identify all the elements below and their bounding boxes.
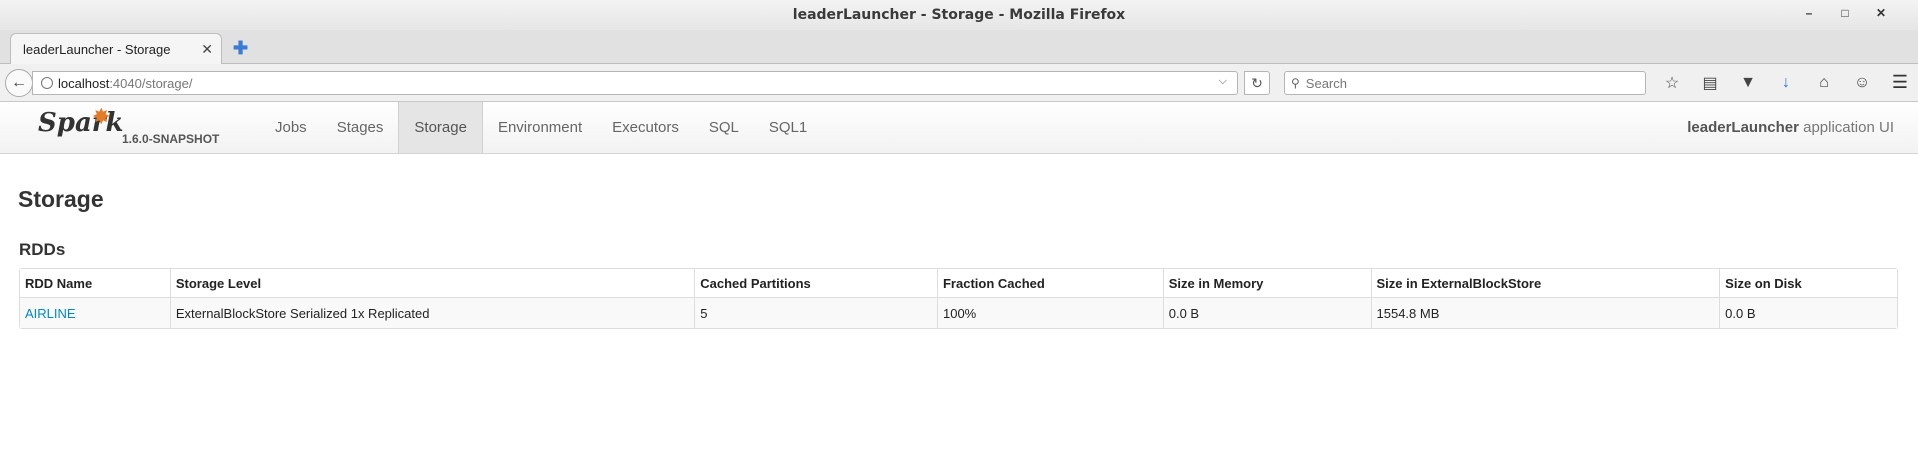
spark-logo[interactable]: Spark xyxy=(38,108,124,138)
browser-tabstrip: leaderLauncher - Storage ✕ ✚ xyxy=(0,30,1918,65)
spark-header: Spark ✸ 1.6.0-SNAPSHOT Jobs Stages Stora… xyxy=(0,102,1918,154)
window-titlebar: leaderLauncher - Storage - Mozilla Firef… xyxy=(0,0,1918,30)
reading-list-icon[interactable]: ▤ xyxy=(1698,71,1722,95)
nav-tab-sql[interactable]: SQL xyxy=(694,102,754,153)
header-size-in-memory[interactable]: Size in Memory xyxy=(1162,269,1371,298)
toolbar-icons: ☆ ▤ ▼ ↓ ⌂ ☺ xyxy=(1660,71,1874,95)
maximize-icon[interactable]: □ xyxy=(1838,6,1852,20)
app-name-suffix: application UI xyxy=(1803,119,1894,136)
header-rdd-name[interactable]: RDD Name xyxy=(20,269,170,298)
tab-close-icon[interactable]: ✕ xyxy=(201,41,213,58)
window-controls: – □ ✕ xyxy=(1802,6,1888,20)
section-title: RDDs xyxy=(19,240,66,259)
browser-tab[interactable]: leaderLauncher - Storage ✕ xyxy=(10,33,222,65)
chat-icon[interactable]: ☺ xyxy=(1850,71,1874,95)
pocket-icon[interactable]: ▼ xyxy=(1736,71,1760,95)
app-name-strong: leaderLauncher xyxy=(1687,119,1799,136)
bookmark-star-icon[interactable]: ☆ xyxy=(1660,71,1684,95)
minimize-icon[interactable]: – xyxy=(1802,6,1816,20)
cell-rdd-name: AIRLINE xyxy=(20,298,170,328)
spark-star-icon: ✸ xyxy=(92,104,111,129)
url-bar[interactable]: localhost:4040/storage/ ⌵ xyxy=(32,71,1238,95)
nav-tab-jobs[interactable]: Jobs xyxy=(260,102,322,153)
rdd-link[interactable]: AIRLINE xyxy=(25,306,76,321)
rdd-table: RDD Name Storage Level Cached Partitions… xyxy=(19,268,1898,329)
back-button[interactable]: ← xyxy=(5,69,33,97)
search-icon: ⚲ xyxy=(1291,76,1300,90)
app-name: leaderLauncher application UI xyxy=(1687,119,1894,136)
nav-tab-executors[interactable]: Executors xyxy=(597,102,694,153)
browser-tab-title: leaderLauncher - Storage xyxy=(23,42,171,57)
cell-fraction-cached: 100% xyxy=(936,298,1163,328)
window-title: leaderLauncher - Storage - Mozilla Firef… xyxy=(792,7,1126,23)
table-header-row: RDD Name Storage Level Cached Partitions… xyxy=(20,269,1897,298)
header-size-on-disk[interactable]: Size on Disk xyxy=(1719,269,1897,298)
search-placeholder: Search xyxy=(1305,75,1347,91)
new-tab-icon[interactable]: ✚ xyxy=(233,38,248,59)
nav-tab-environment[interactable]: Environment xyxy=(483,102,597,153)
nav-tab-sql1[interactable]: SQL1 xyxy=(754,102,822,153)
url-path: :4040/storage/ xyxy=(109,75,193,91)
hamburger-menu-icon[interactable]: ☰ xyxy=(1892,72,1908,93)
globe-icon xyxy=(41,77,53,89)
header-size-in-externalblockstore[interactable]: Size in ExternalBlockStore xyxy=(1370,269,1720,298)
reload-button[interactable]: ↻ xyxy=(1244,71,1270,95)
cell-size-in-externalblockstore: 1554.8 MB xyxy=(1370,298,1720,328)
page-title: Storage xyxy=(18,186,104,212)
close-icon[interactable]: ✕ xyxy=(1874,6,1888,20)
cell-cached-partitions: 5 xyxy=(694,298,937,328)
browser-toolbar: ← localhost:4040/storage/ ⌵ ↻ ⚲ Search ☆… xyxy=(0,64,1918,102)
cell-size-in-memory: 0.0 B xyxy=(1162,298,1371,328)
nav-tab-storage[interactable]: Storage xyxy=(398,102,483,153)
spark-nav: Jobs Stages Storage Environment Executor… xyxy=(260,102,822,153)
home-icon[interactable]: ⌂ xyxy=(1812,71,1836,95)
chevron-down-icon[interactable]: ⌵ xyxy=(1219,75,1227,88)
cell-size-on-disk: 0.0 B xyxy=(1719,298,1897,328)
table-row: AIRLINE ExternalBlockStore Serialized 1x… xyxy=(20,298,1897,328)
back-arrow-icon: ← xyxy=(11,74,27,91)
header-fraction-cached[interactable]: Fraction Cached xyxy=(936,269,1163,298)
nav-tab-stages[interactable]: Stages xyxy=(322,102,399,153)
search-input[interactable]: ⚲ Search xyxy=(1284,71,1646,95)
header-cached-partitions[interactable]: Cached Partitions xyxy=(694,269,937,298)
url-host: localhost xyxy=(58,75,110,91)
spark-version: 1.6.0-SNAPSHOT xyxy=(122,132,220,146)
cell-storage-level: ExternalBlockStore Serialized 1x Replica… xyxy=(169,298,695,328)
download-icon[interactable]: ↓ xyxy=(1774,71,1798,95)
header-storage-level[interactable]: Storage Level xyxy=(169,269,695,298)
reload-icon: ↻ xyxy=(1251,74,1263,91)
